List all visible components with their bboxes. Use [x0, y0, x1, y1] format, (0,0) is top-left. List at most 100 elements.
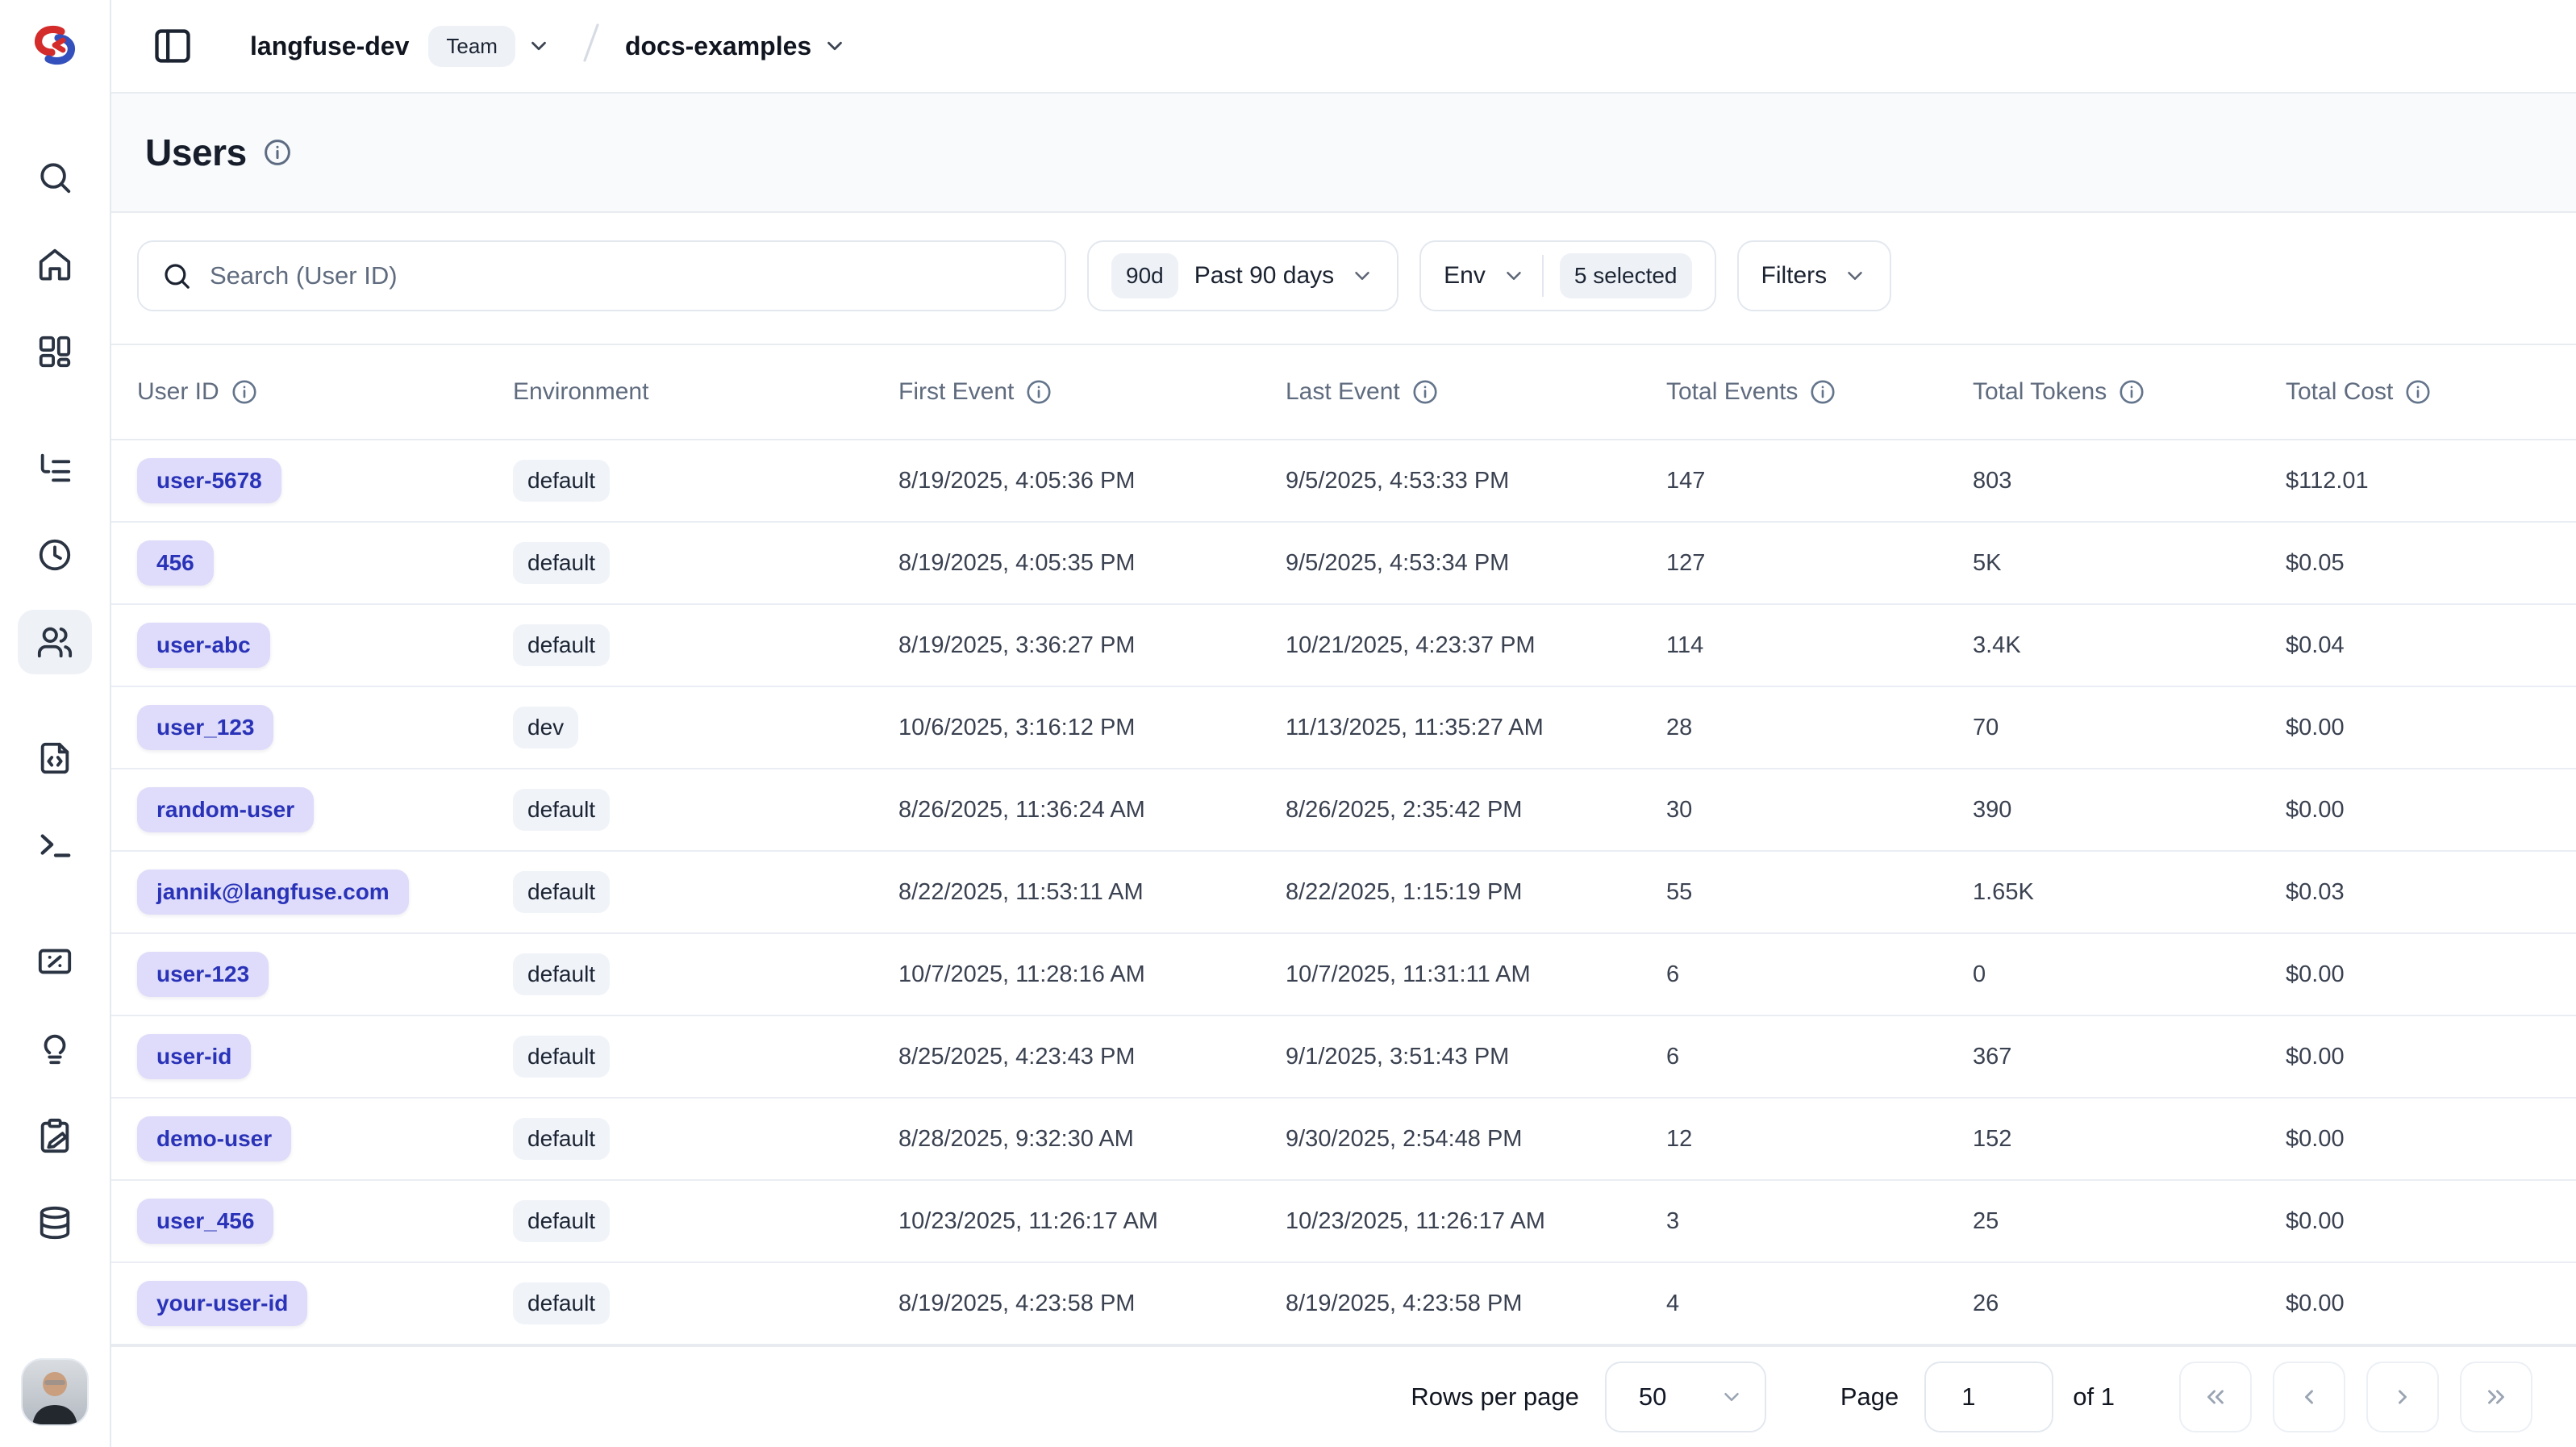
content-area: 90d Past 90 days Env 5 selected Filters [111, 213, 2576, 1447]
sidebar-item-datasets[interactable] [18, 1191, 92, 1255]
table-header-row: User IDEnvironmentFirst EventLast EventT… [111, 344, 2576, 440]
user-id-badge[interactable]: user-id [137, 1034, 251, 1079]
user-avatar[interactable] [23, 1360, 87, 1424]
total-tokens-cell: 3.4K [1973, 632, 2286, 659]
first-event-cell: 8/19/2025, 4:05:35 PM [898, 550, 1286, 577]
environment-cell: default [513, 1118, 898, 1160]
info-icon [1411, 378, 1439, 406]
breadcrumb-project[interactable]: docs-examples [625, 31, 811, 61]
user-id-badge[interactable]: user-123 [137, 952, 269, 997]
org-switcher-chevron-down-icon[interactable] [527, 34, 551, 58]
search-box[interactable] [137, 240, 1066, 311]
divider [1542, 255, 1544, 297]
breadcrumb-org[interactable]: langfuse-dev [250, 31, 409, 61]
user-id-badge[interactable]: demo-user [137, 1116, 291, 1161]
total-cost-cell: $0.00 [2286, 797, 2550, 824]
user-id-cell: user_123 [137, 705, 513, 750]
user-id-cell: user-123 [137, 952, 513, 997]
total-tokens-cell: 367 [1973, 1044, 2286, 1070]
rows-per-page-select[interactable]: 50 [1605, 1362, 1766, 1432]
env-label: Env [1444, 262, 1486, 290]
total-tokens-cell: 390 [1973, 797, 2286, 824]
table-row[interactable]: user-123default10/7/2025, 11:28:16 AM10/… [111, 934, 2576, 1016]
sidebar-item-dashboards[interactable] [18, 319, 92, 384]
table-row[interactable]: 456default8/19/2025, 4:05:35 PM9/5/2025,… [111, 523, 2576, 605]
user-id-badge[interactable]: jannik@langfuse.com [137, 869, 409, 915]
total-cost-cell: $0.00 [2286, 1044, 2550, 1070]
table-row[interactable]: user-abcdefault8/19/2025, 3:36:27 PM10/2… [111, 605, 2576, 687]
user-id-cell: 456 [137, 540, 513, 586]
total-tokens-cell: 70 [1973, 715, 2286, 741]
table-row[interactable]: demo-userdefault8/28/2025, 9:32:30 AM9/3… [111, 1099, 2576, 1181]
date-range-button[interactable]: 90d Past 90 days [1087, 240, 1398, 311]
first-event-cell: 8/19/2025, 4:23:58 PM [898, 1291, 1286, 1317]
environment-badge: default [513, 624, 610, 666]
user-id-badge[interactable]: user-5678 [137, 458, 281, 503]
sidebar-item-users[interactable] [18, 610, 92, 674]
search-input[interactable] [210, 261, 1042, 290]
sidebar-toggle-icon[interactable] [148, 22, 197, 70]
chevrons-left-icon [2202, 1383, 2229, 1411]
page-number-input[interactable] [1924, 1362, 2053, 1432]
user-id-badge[interactable]: user-abc [137, 623, 270, 668]
last-event-cell: 8/22/2025, 1:15:19 PM [1286, 879, 1666, 906]
user-id-cell: user-5678 [137, 458, 513, 503]
sidebar-item-annotation[interactable] [18, 1103, 92, 1168]
user-id-badge[interactable]: your-user-id [137, 1281, 307, 1326]
total-events-cell: 28 [1666, 715, 1973, 741]
info-icon [2404, 378, 2432, 406]
sidebar-item-search[interactable] [18, 145, 92, 210]
environment-cell: default [513, 1036, 898, 1078]
total-tokens-cell: 803 [1973, 468, 2286, 494]
environment-cell: dev [513, 707, 898, 749]
chevron-down-icon [1502, 264, 1526, 288]
search-icon [161, 261, 192, 291]
sidebar-item-tracing[interactable] [18, 436, 92, 500]
users-table: User IDEnvironmentFirst EventLast EventT… [111, 344, 2576, 1345]
last-event-cell: 9/5/2025, 4:53:33 PM [1286, 468, 1666, 494]
user-id-badge[interactable]: user_123 [137, 705, 273, 750]
table-row[interactable]: your-user-iddefault8/19/2025, 4:23:58 PM… [111, 1263, 2576, 1345]
sidebar-item-sessions[interactable] [18, 523, 92, 587]
langfuse-logo-icon[interactable] [29, 21, 81, 69]
user-id-badge[interactable]: user_456 [137, 1199, 273, 1244]
rows-per-page-value: 50 [1639, 1382, 1666, 1412]
environment-filter-button[interactable]: Env 5 selected [1419, 240, 1715, 311]
last-page-button[interactable] [2460, 1362, 2532, 1432]
next-page-button[interactable] [2366, 1362, 2439, 1432]
column-header: First Event [898, 378, 1286, 406]
project-switcher-chevron-down-icon[interactable] [823, 34, 847, 58]
chevron-left-icon [2295, 1383, 2323, 1411]
filters-button[interactable]: Filters [1737, 240, 1892, 311]
page-header: Users [111, 94, 2576, 213]
pager-buttons [2179, 1362, 2532, 1432]
column-header-label: User ID [137, 378, 219, 406]
main-area: langfuse-dev Team docs-examples Users [111, 0, 2576, 1447]
table-row[interactable]: jannik@langfuse.comdefault8/22/2025, 11:… [111, 852, 2576, 934]
user-id-cell: user_456 [137, 1199, 513, 1244]
sidebar-item-evaluators[interactable] [18, 1016, 92, 1081]
user-id-badge[interactable]: random-user [137, 787, 314, 832]
table-row[interactable]: user_456default10/23/2025, 11:26:17 AM10… [111, 1181, 2576, 1263]
sidebar-item-playground[interactable] [18, 813, 92, 878]
first-page-button[interactable] [2179, 1362, 2252, 1432]
previous-page-button[interactable] [2273, 1362, 2345, 1432]
table-row[interactable]: user-5678default8/19/2025, 4:05:36 PM9/5… [111, 440, 2576, 523]
table-row[interactable]: user_123dev10/6/2025, 3:16:12 PM11/13/20… [111, 687, 2576, 769]
column-header: Total Events [1666, 378, 1973, 406]
environment-badge: default [513, 1200, 610, 1242]
sidebar-item-home[interactable] [18, 232, 92, 297]
total-cost-cell: $112.01 [2286, 468, 2550, 494]
total-events-cell: 6 [1666, 961, 1973, 988]
page-title-info-icon [263, 138, 292, 167]
user-id-badge[interactable]: 456 [137, 540, 214, 586]
sidebar-item-prompts[interactable] [18, 726, 92, 790]
info-icon [1809, 378, 1836, 406]
table-row[interactable]: user-iddefault8/25/2025, 4:23:43 PM9/1/2… [111, 1016, 2576, 1099]
table-row[interactable]: random-userdefault8/26/2025, 11:36:24 AM… [111, 769, 2576, 852]
total-events-cell: 6 [1666, 1044, 1973, 1070]
total-cost-cell: $0.00 [2286, 1208, 2550, 1235]
sidebar-item-scores[interactable] [18, 929, 92, 994]
column-header-label: Environment [513, 378, 648, 406]
first-event-cell: 8/19/2025, 4:05:36 PM [898, 468, 1286, 494]
